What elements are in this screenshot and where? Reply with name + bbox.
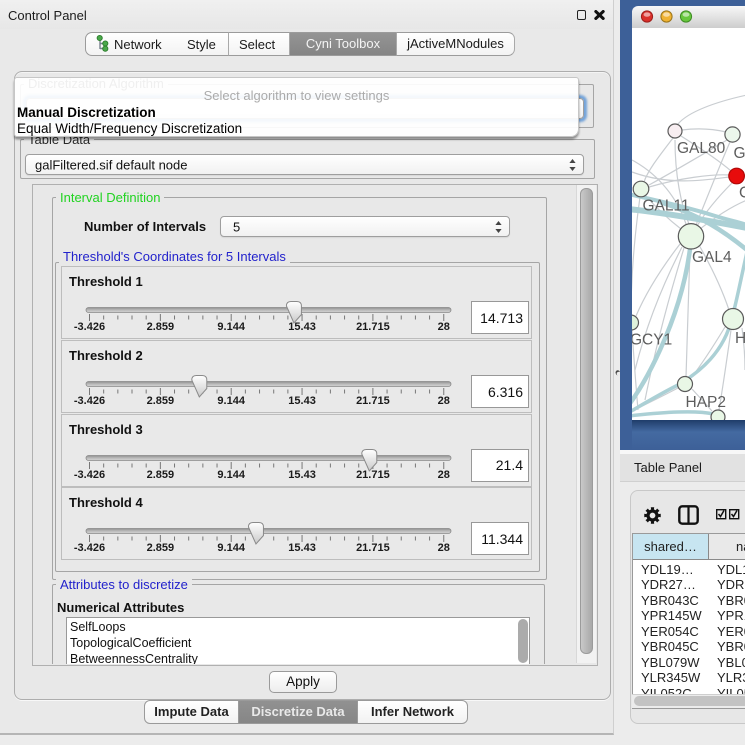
svg-text:28: 28	[438, 469, 450, 481]
svg-text:-3.426: -3.426	[74, 395, 105, 407]
svg-text:21.715: 21.715	[356, 542, 390, 554]
svg-text:28: 28	[438, 395, 450, 407]
svg-text:21.715: 21.715	[356, 395, 390, 407]
svg-text:15.43: 15.43	[288, 542, 316, 554]
svg-text:9.144: 9.144	[217, 321, 245, 333]
svg-text:15.43: 15.43	[288, 395, 316, 407]
svg-text:2.859: 2.859	[147, 469, 175, 481]
svg-text:2.859: 2.859	[147, 542, 175, 554]
svg-text:C: C	[739, 185, 745, 202]
svg-text:21.715: 21.715	[356, 321, 390, 333]
svg-text:2.859: 2.859	[147, 321, 175, 333]
svg-text:21.715: 21.715	[356, 469, 390, 481]
svg-text:-3.426: -3.426	[74, 469, 105, 481]
svg-text:-3.426: -3.426	[74, 321, 105, 333]
svg-text:15.43: 15.43	[288, 321, 316, 333]
svg-text:15.43: 15.43	[288, 469, 316, 481]
svg-text:9.144: 9.144	[217, 469, 245, 481]
svg-text:9.144: 9.144	[217, 395, 245, 407]
svg-text:G.: G.	[734, 145, 745, 162]
svg-text:GAL11: GAL11	[643, 198, 690, 215]
svg-text:GAL80: GAL80	[677, 140, 726, 157]
svg-text:28: 28	[438, 321, 450, 333]
svg-text:HAP2: HAP2	[686, 394, 727, 411]
svg-text:GAL4: GAL4	[692, 249, 732, 266]
svg-text:2.859: 2.859	[147, 395, 175, 407]
svg-text:-3.426: -3.426	[74, 542, 105, 554]
svg-text:GCY1: GCY1	[632, 332, 672, 349]
svg-text:28: 28	[438, 542, 450, 554]
svg-text:9.144: 9.144	[217, 542, 245, 554]
svg-text:H: H	[735, 330, 745, 347]
